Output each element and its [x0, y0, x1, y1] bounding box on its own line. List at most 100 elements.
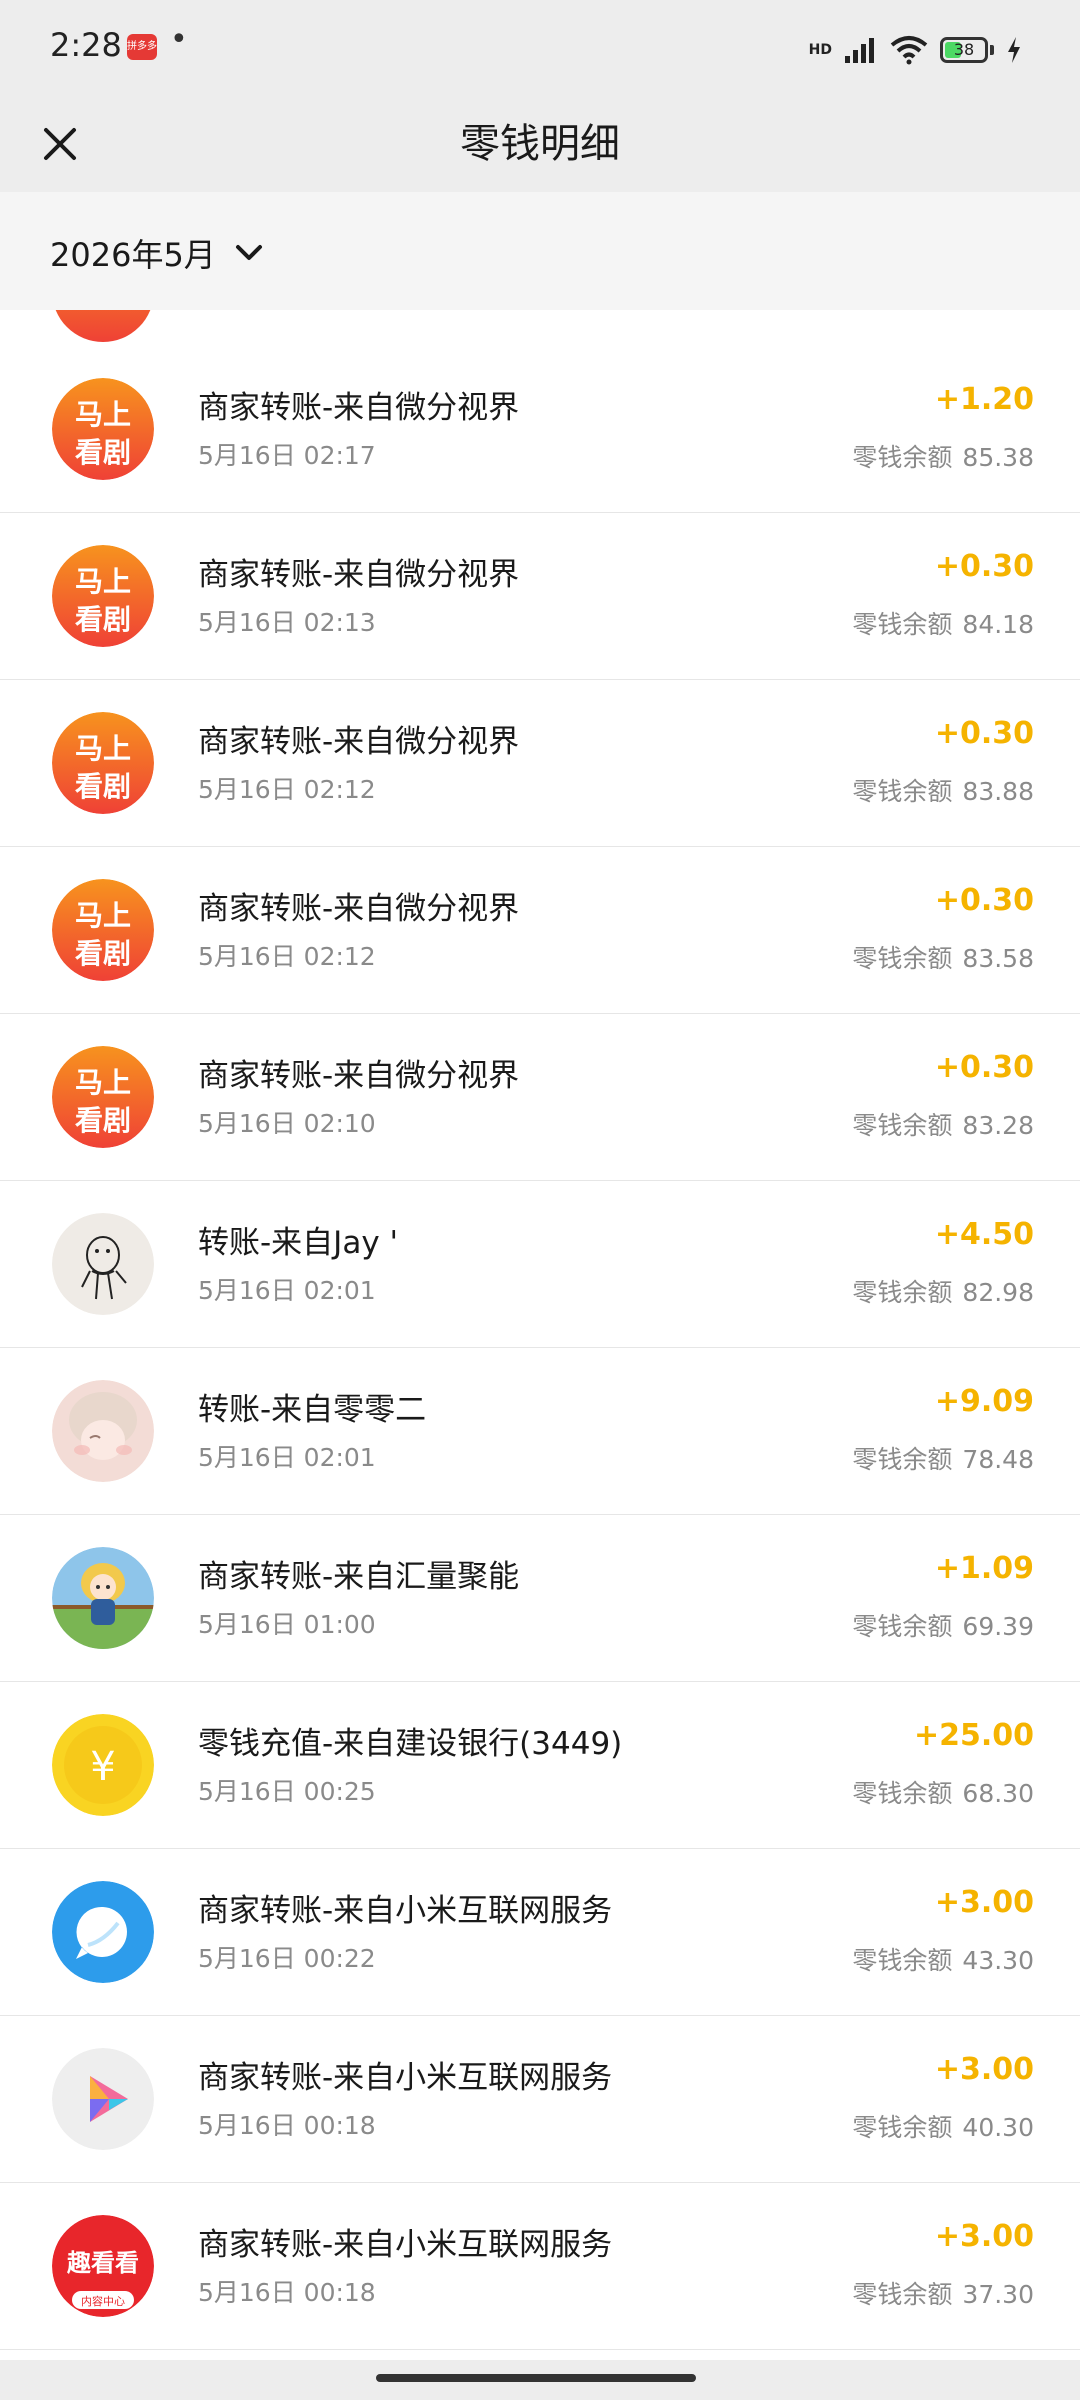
notification-app-icon: 拼多多 [127, 34, 157, 60]
transaction-balance: 零钱余额 82.98 [852, 1273, 1034, 1309]
charging-icon [1008, 37, 1020, 63]
transaction-row[interactable]: 马上 看剧 商家转账-来自微分视界 5月16日 02:17 +1.20 零钱余额… [0, 346, 1080, 513]
transaction-amount: +25.00 [913, 1718, 1034, 1753]
balance-label: 零钱余额 [852, 1612, 953, 1641]
balance-value: 85.38 [962, 443, 1034, 472]
transaction-amount: +9.09 [934, 1384, 1034, 1419]
avatar: 马上 看剧 [52, 545, 154, 647]
transaction-row[interactable]: 商家转账-来自汇量聚能 5月16日 01:00 +1.09 零钱余额 69.39 [0, 1515, 1080, 1682]
balance-label: 零钱余额 [852, 610, 953, 639]
svg-text:马上: 马上 [75, 899, 131, 932]
transaction-row[interactable]: 商家转账-来自小米互联网服务 5月16日 00:22 +3.00 零钱余额 43.… [0, 1849, 1080, 2016]
transaction-row[interactable]: 商家转账-来自小米互联网服务 5月16日 00:18 +3.00 零钱余额 40.… [0, 2016, 1080, 2183]
avatar [52, 1380, 154, 1482]
transaction-amount: +0.30 [934, 883, 1034, 918]
avatar [52, 1547, 154, 1649]
transaction-balance: 零钱余额 69.39 [852, 1607, 1034, 1643]
transaction-title: 零钱充值-来自建设银行(3449) [198, 1726, 623, 1762]
balance-label: 零钱余额 [852, 944, 953, 973]
transaction-amount: +3.00 [934, 1885, 1034, 1920]
transaction-title: 商家转账-来自微分视界 [198, 1058, 520, 1094]
signal-icon [845, 38, 874, 63]
transaction-time: 5月16日 02:12 [198, 775, 376, 804]
avatar [52, 1881, 154, 1983]
mashang-kanju-logo-icon: 马上 看剧 [52, 1046, 154, 1148]
svg-text:看剧: 看剧 [75, 603, 131, 636]
avatar [52, 1213, 154, 1315]
transaction-title: 转账-来自Jay ' [198, 1225, 399, 1261]
status-time: 2:28 [50, 26, 122, 64]
battery-level: 38 [953, 40, 975, 59]
balance-value: 83.28 [962, 1111, 1034, 1140]
transaction-row[interactable]: 转账-来自Jay ' 5月16日 02:01 +4.50 零钱余额 82.98 [0, 1181, 1080, 1348]
transaction-amount: +3.00 [934, 2052, 1034, 2087]
hd-icon: HD [808, 42, 832, 58]
balance-value: 40.30 [962, 2113, 1034, 2142]
top-bar: 零钱明细 [0, 96, 1080, 192]
avatar [52, 2048, 154, 2150]
transaction-title: 商家转账-来自微分视界 [198, 390, 520, 426]
svg-text:看剧: 看剧 [75, 436, 131, 469]
transaction-title: 转账-来自零零二 [198, 1392, 427, 1428]
month-picker[interactable]: 2026年5月 [50, 228, 264, 278]
wifi-icon [890, 36, 928, 65]
balance-label: 零钱余额 [852, 443, 953, 472]
transaction-amount: +4.50 [934, 1217, 1034, 1252]
chibi-girl-avatar-icon [52, 1547, 154, 1649]
svg-text:看剧: 看剧 [75, 770, 131, 803]
transaction-row[interactable]: ¥ 零钱充值-来自建设银行(3449) 5月16日 00:25 +25.00 零… [0, 1682, 1080, 1849]
transaction-row[interactable]: 趣看看 内容中心 商家转账-来自小米互联网服务 5月16日 00:18 +3.0… [0, 2183, 1080, 2350]
transaction-balance: 零钱余额 84.18 [852, 605, 1034, 641]
avatar: ¥ [52, 1714, 154, 1816]
balance-value: 83.88 [962, 777, 1034, 806]
transaction-amount: +0.30 [934, 716, 1034, 751]
balance-label: 零钱余额 [852, 1278, 953, 1307]
transaction-title: 商家转账-来自微分视界 [198, 557, 520, 593]
transaction-balance: 零钱余额 37.30 [852, 2275, 1034, 2311]
transaction-time: 5月16日 02:13 [198, 608, 376, 637]
mashang-kanju-logo-icon: 马上 看剧 [52, 378, 154, 480]
balance-value: 82.98 [962, 1278, 1034, 1307]
svg-text:看剧: 看剧 [75, 1104, 131, 1137]
balance-label: 零钱余额 [852, 1779, 953, 1808]
transaction-title: 商家转账-来自小米互联网服务 [198, 2227, 613, 2263]
balance-label: 零钱余额 [852, 1111, 953, 1140]
transaction-time: 5月16日 00:18 [198, 2111, 376, 2140]
transaction-amount: +0.30 [934, 1050, 1034, 1085]
gesture-bar [0, 2360, 1080, 2400]
coin-icon: ¥ [52, 1714, 154, 1816]
transaction-balance: 零钱余额 78.48 [852, 1440, 1034, 1476]
avatar: 趣看看 内容中心 [52, 2215, 154, 2317]
transaction-time: 5月16日 00:25 [198, 1777, 376, 1806]
battery-icon: 38 [940, 37, 988, 63]
transaction-time: 5月16日 02:01 [198, 1443, 376, 1472]
transaction-balance: 零钱余额 85.38 [852, 438, 1034, 474]
play-logo-icon [52, 2048, 154, 2150]
balance-label: 零钱余额 [852, 1946, 953, 1975]
balance-value: 84.18 [962, 610, 1034, 639]
transaction-row[interactable]: 马上 看剧 商家转账-来自微分视界 5月16日 02:12 +0.30 零钱余额… [0, 847, 1080, 1014]
transaction-amount: +3.00 [934, 2219, 1034, 2254]
transaction-time: 5月16日 00:18 [198, 2278, 376, 2307]
transaction-row[interactable]: 转账-来自零零二 5月16日 02:01 +9.09 零钱余额 78.48 [0, 1348, 1080, 1515]
page-title: 零钱明细 [460, 121, 620, 167]
transaction-row[interactable]: 马上 看剧 商家转账-来自微分视界 5月16日 02:10 +0.30 零钱余额… [0, 1014, 1080, 1181]
home-indicator[interactable] [376, 2374, 696, 2382]
svg-text:¥: ¥ [90, 1744, 115, 1790]
transaction-row[interactable]: 马上 看剧 商家转账-来自微分视界 5月16日 02:12 +0.30 零钱余额… [0, 680, 1080, 847]
notification-dot: • [170, 22, 188, 57]
transaction-time: 5月16日 02:10 [198, 1109, 376, 1138]
transaction-balance: 零钱余额 83.88 [852, 772, 1034, 808]
transaction-title: 商家转账-来自小米互联网服务 [198, 1893, 613, 1929]
transaction-row[interactable]: 马上 看剧 商家转账-来自微分视界 5月16日 02:13 +0.30 零钱余额… [0, 513, 1080, 680]
transaction-balance: 零钱余额 68.30 [852, 1774, 1034, 1810]
month-filter-bar: 2026年5月 [0, 192, 1080, 310]
transaction-title: 商家转账-来自汇量聚能 [198, 1559, 520, 1595]
list-item-partial[interactable] [0, 310, 1080, 347]
avatar: 马上 看剧 [52, 712, 154, 814]
transaction-amount: +0.30 [934, 549, 1034, 584]
balance-value: 78.48 [962, 1445, 1034, 1474]
chat-bubble-logo-icon [52, 1881, 154, 1983]
balance-label: 零钱余额 [852, 1445, 953, 1474]
transaction-time: 5月16日 02:17 [198, 441, 376, 470]
